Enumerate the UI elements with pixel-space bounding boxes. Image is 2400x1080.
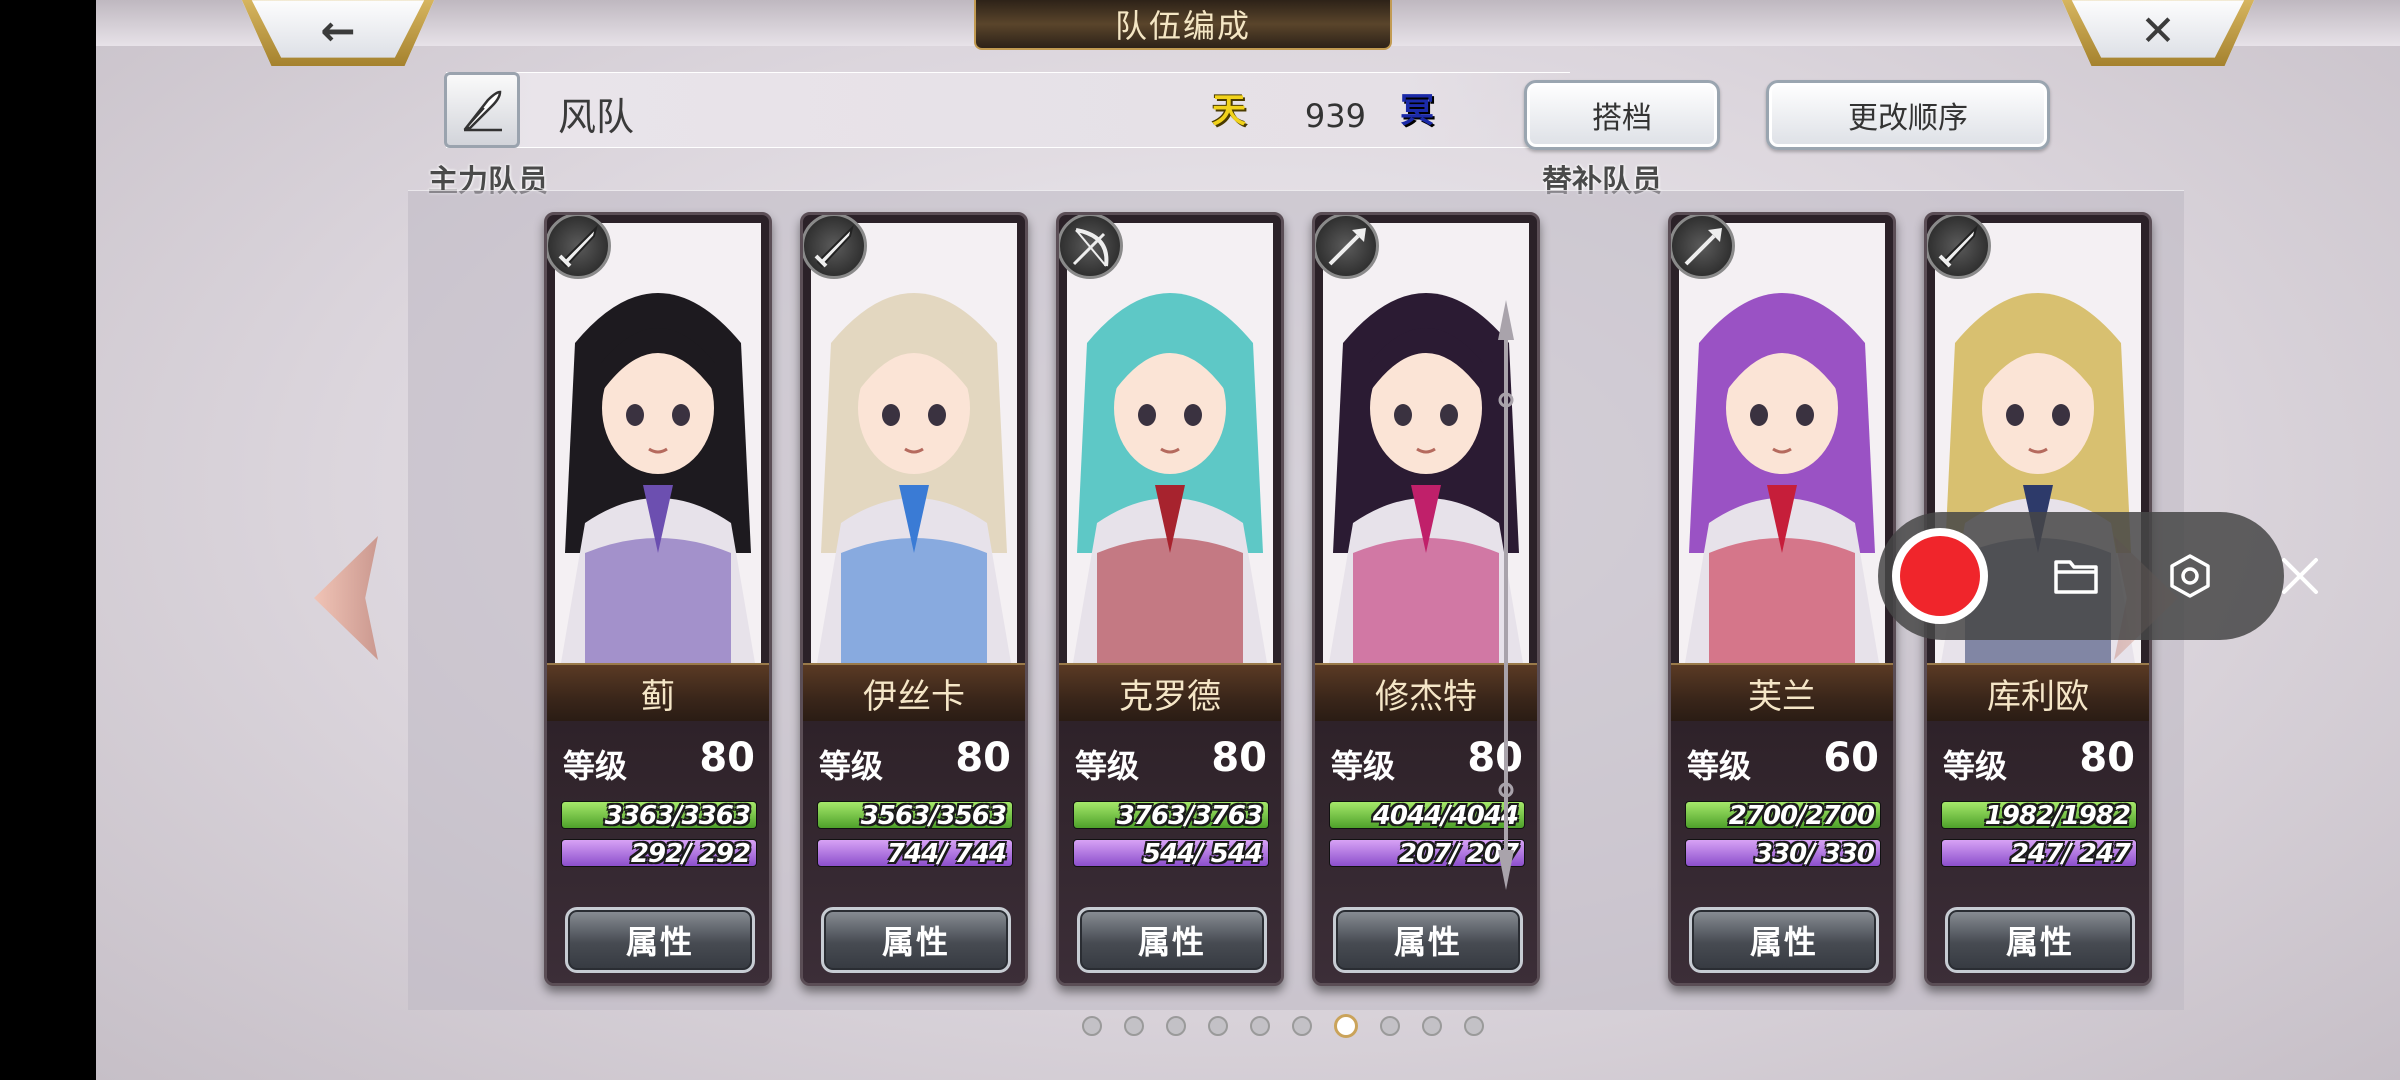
reorder-button[interactable]: 更改顺序 — [1766, 80, 2050, 150]
sp-bar: 544/ 544 — [1073, 839, 1269, 867]
sp-bar-text: 744/ 744 — [886, 839, 1007, 867]
member-stats: 等级 80 3563/3563 744/ 744 属性 — [803, 721, 1025, 983]
level-label: 等级 — [1075, 747, 1140, 785]
level-label: 等级 — [1687, 747, 1752, 785]
bow-icon — [1059, 215, 1123, 279]
sp-bar-text: 292/ 292 — [630, 839, 751, 867]
sp-bar-text: 330/ 330 — [1754, 839, 1875, 867]
level-label: 等级 — [819, 747, 884, 785]
hp-bar-text: 3563/3563 — [860, 801, 1007, 829]
hp-bar-text: 2700/2700 — [1728, 801, 1875, 829]
member-card-main-1[interactable]: 蓟等级 80 3363/3363 292/ 292 属性 — [544, 212, 772, 986]
hp-bar-text: 3363/3363 — [604, 801, 751, 829]
page-dot[interactable] — [1334, 1014, 1358, 1038]
level-value: 80 — [699, 735, 755, 781]
sp-bar-text: 544/ 544 — [1142, 839, 1263, 867]
hp-bar-text: 1982/1982 — [1984, 801, 2131, 829]
page-indicator — [96, 1014, 2400, 1040]
page-dot[interactable] — [1380, 1016, 1400, 1036]
sp-bar: 247/ 247 — [1941, 839, 2137, 867]
attribute-button[interactable]: 属性 — [565, 907, 755, 973]
spear-icon — [1671, 215, 1735, 279]
member-stats: 等级 80 3363/3363 292/ 292 属性 — [547, 721, 769, 983]
page-dot[interactable] — [1422, 1016, 1442, 1036]
sp-bar: 330/ 330 — [1685, 839, 1881, 867]
sp-bar-text: 207/ 207 — [1398, 839, 1519, 867]
attribute-button[interactable]: 属性 — [1333, 907, 1523, 973]
page-dot[interactable] — [1292, 1016, 1312, 1036]
close-button[interactable]: ✕ — [2060, 0, 2256, 66]
back-arrow-icon: ← — [320, 6, 356, 55]
sp-bar: 292/ 292 — [561, 839, 757, 867]
hp-bar: 3763/3763 — [1073, 801, 1269, 829]
team-name: 风队 — [558, 95, 635, 139]
character-portrait — [1679, 223, 1885, 663]
member-card-main-3[interactable]: 克罗德等级 80 3763/3763 544/ 544 属性 — [1056, 212, 1284, 986]
folder-icon[interactable] — [2050, 550, 2102, 602]
level-label: 等级 — [1943, 747, 2008, 785]
hp-bar: 3363/3363 — [561, 801, 757, 829]
attribute-button[interactable]: 属性 — [1945, 907, 2135, 973]
partner-button[interactable]: 搭档 — [1524, 80, 1720, 150]
level-value: 80 — [955, 735, 1011, 781]
page-dot[interactable] — [1166, 1016, 1186, 1036]
record-button[interactable] — [1892, 528, 1988, 624]
page-dot[interactable] — [1208, 1016, 1228, 1036]
hp-bar: 1982/1982 — [1941, 801, 2137, 829]
page-dot[interactable] — [1464, 1016, 1484, 1036]
back-button[interactable]: ← — [240, 0, 436, 66]
member-card-sub-1[interactable]: 芙兰等级 60 2700/2700 330/ 330 属性 — [1668, 212, 1896, 986]
prev-page-arrow[interactable] — [314, 536, 378, 660]
member-name: 库利欧 — [1927, 663, 2149, 721]
close-icon: ✕ — [2140, 6, 2176, 55]
member-name: 伊丝卡 — [803, 663, 1025, 721]
sp-bar-text: 247/ 247 — [2010, 839, 2131, 867]
member-card-main-2[interactable]: 伊丝卡等级 80 3563/3563 744/ 744 属性 — [800, 212, 1028, 986]
page-dot[interactable] — [1250, 1016, 1270, 1036]
main-sub-divider — [1498, 300, 1514, 890]
settings-icon[interactable] — [2164, 550, 2216, 602]
page-dot[interactable] — [1082, 1016, 1102, 1036]
hp-bar-text: 4044/4044 — [1372, 801, 1519, 829]
page-title: 队伍编成 — [974, 0, 1392, 50]
record-dot-icon — [1900, 536, 1980, 616]
member-name: 芙兰 — [1671, 663, 1893, 721]
sky-value: 939 — [1304, 97, 1366, 135]
close-recorder-icon[interactable] — [2280, 550, 2320, 602]
attribute-button[interactable]: 属性 — [821, 907, 1011, 973]
sword-icon — [1927, 215, 1991, 279]
hp-bar: 2700/2700 — [1685, 801, 1881, 829]
sp-bar: 744/ 744 — [817, 839, 1013, 867]
sky-attribute-icon: 天 — [1212, 91, 1246, 131]
member-stats: 等级 80 1982/1982 247/ 247 属性 — [1927, 721, 2149, 983]
sword-icon — [547, 215, 611, 279]
sword-icon — [803, 215, 867, 279]
level-label: 等级 — [563, 747, 628, 785]
spear-icon — [1315, 215, 1379, 279]
attribute-button[interactable]: 属性 — [1689, 907, 1879, 973]
hp-bar-text: 3763/3763 — [1116, 801, 1263, 829]
quill-pen-icon — [463, 90, 502, 132]
screen-recorder-toolbar — [1878, 512, 2318, 640]
level-value: 80 — [1211, 735, 1267, 781]
dark-attribute-icon: 冥 — [1400, 91, 1434, 131]
level-value: 60 — [1823, 735, 1879, 781]
level-value: 80 — [2079, 735, 2135, 781]
level-label: 等级 — [1331, 747, 1396, 785]
member-stats: 等级 60 2700/2700 330/ 330 属性 — [1671, 721, 1893, 983]
character-portrait — [1067, 223, 1273, 663]
attribute-button[interactable]: 属性 — [1077, 907, 1267, 973]
hp-bar: 3563/3563 — [817, 801, 1013, 829]
character-portrait — [555, 223, 761, 663]
member-name: 蓟 — [547, 663, 769, 721]
member-stats: 等级 80 3763/3763 544/ 544 属性 — [1059, 721, 1281, 983]
rename-team-button[interactable] — [444, 72, 520, 148]
page-dot[interactable] — [1124, 1016, 1144, 1036]
member-name: 克罗德 — [1059, 663, 1281, 721]
character-portrait — [811, 223, 1017, 663]
